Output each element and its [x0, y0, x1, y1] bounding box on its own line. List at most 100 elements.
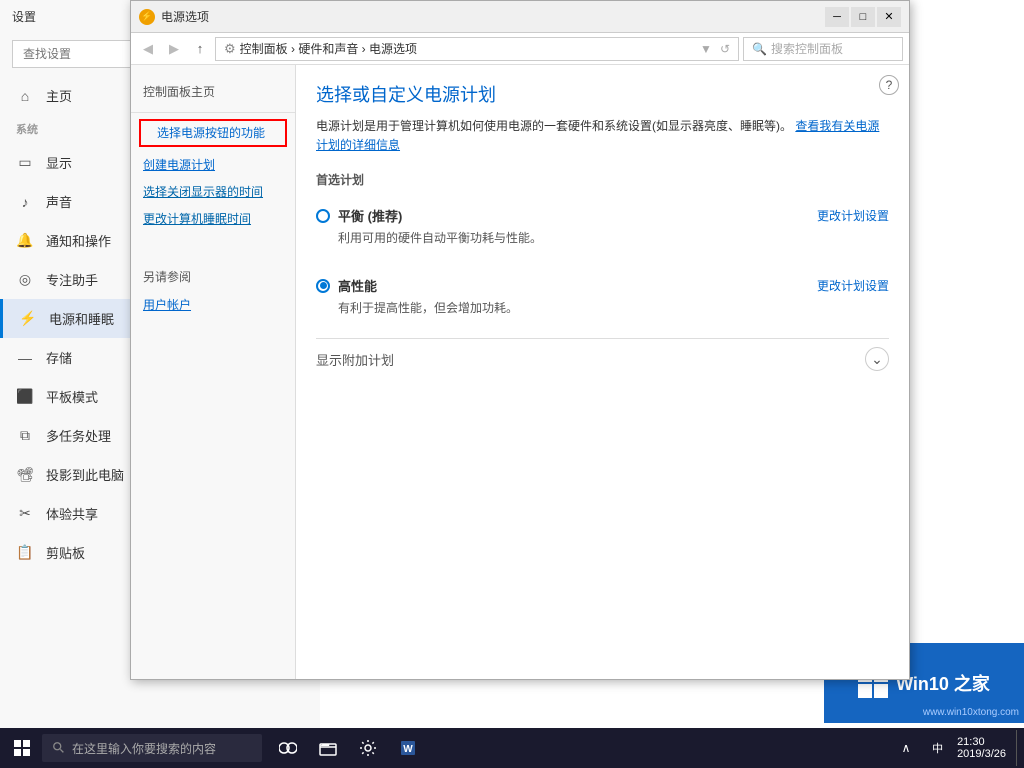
language-indicator[interactable]: 中: [928, 740, 947, 756]
office-button[interactable]: W: [390, 730, 426, 766]
search-placeholder: 搜索控制面板: [771, 40, 843, 57]
task-view-button[interactable]: [270, 730, 306, 766]
home-icon: ⌂: [16, 87, 34, 105]
nav-label: 电源和睡眠: [49, 309, 114, 328]
settings-title: 设置: [12, 8, 36, 25]
highlighted-link-container: 选择电源按钮的功能: [139, 119, 287, 147]
plan-balanced-header: 平衡 (推荐) 更改计划设置: [316, 206, 889, 225]
win10-text-area: Win10 之家: [896, 670, 990, 696]
nav-label: 声音: [46, 192, 72, 211]
taskbar-search-placeholder: 在这里输入你要搜索的内容: [72, 740, 216, 757]
dialog-titlebar: ⚡ 电源选项 ─ □ ✕: [131, 1, 909, 33]
close-button[interactable]: ✕: [877, 7, 901, 27]
logo-q3: [858, 684, 872, 698]
plan-high-performance-radio[interactable]: [316, 279, 330, 293]
refresh-button[interactable]: ↺: [720, 42, 730, 56]
plan-balanced-desc: 利用可用的硬件自动平衡功耗与性能。: [338, 229, 889, 246]
nav-label: 通知和操作: [46, 231, 111, 250]
dialog-content: ? 选择或自定义电源计划 电源计划是用于管理计算机如何使用电源的一套硬件和系统设…: [296, 65, 909, 679]
plan-balanced: 平衡 (推荐) 更改计划设置 利用可用的硬件自动平衡功耗与性能。: [316, 198, 889, 254]
plan-high-performance: 高性能 更改计划设置 有利于提高性能，但会增加功耗。: [316, 268, 889, 324]
plan-balanced-radio[interactable]: [316, 209, 330, 223]
address-bar: ◀ ▶ ↑ ⚙ 控制面板 › 硬件和声音 › 电源选项 ▼ ↺ 🔍 搜索控制面板: [131, 33, 909, 65]
task-view-icon: [279, 739, 297, 757]
content-description: 电源计划是用于管理计算机如何使用电源的一套硬件和系统设置(如显示器亮度、睡眠等)…: [316, 117, 889, 155]
additional-plans-label: 显示附加计划: [316, 350, 394, 369]
power-icon: ⚡: [19, 310, 37, 328]
clock-time: 21:30: [957, 736, 1006, 748]
display-time-link[interactable]: 选择关闭显示器的时间: [131, 178, 295, 205]
file-explorer-button[interactable]: [310, 730, 346, 766]
logo-q4: [874, 684, 888, 698]
share-icon: ✂: [16, 505, 34, 523]
nav-label: 显示: [46, 153, 72, 172]
power-title-icon: ⚡: [141, 11, 152, 22]
dialog-window-buttons: ─ □ ✕: [825, 7, 901, 27]
create-plan-link[interactable]: 创建电源计划: [131, 151, 295, 178]
show-desktop-button[interactable]: [1016, 730, 1020, 766]
multitask-icon: ⧉: [16, 427, 34, 445]
plan-balanced-change-link[interactable]: 更改计划设置: [817, 207, 889, 224]
dialog-title-icon: ⚡: [139, 9, 155, 25]
plan-high-performance-change-link[interactable]: 更改计划设置: [817, 277, 889, 294]
search-icon: 🔍: [752, 42, 767, 56]
clock-area[interactable]: 21:30 2019/3/26: [951, 736, 1012, 760]
plan-high-performance-desc: 有利于提高性能，但会增加功耗。: [338, 299, 889, 316]
plan-balanced-title: 平衡 (推荐): [316, 206, 402, 225]
restore-button[interactable]: □: [851, 7, 875, 27]
content-heading: 选择或自定义电源计划: [316, 81, 889, 107]
nav-label: 主页: [46, 86, 72, 105]
address-path-text: 控制面板 › 硬件和声音 › 电源选项: [240, 40, 417, 57]
dialog-sidebar: 控制面板主页 选择电源按钮的功能 创建电源计划 选择关闭显示器的时间 更改计算机…: [131, 65, 296, 679]
back-button[interactable]: ◀: [137, 38, 159, 60]
up-button[interactable]: ↑: [189, 38, 211, 60]
tablet-icon: ⬛: [16, 388, 34, 406]
office-icon: W: [399, 739, 417, 757]
settings-taskbar-button[interactable]: [350, 730, 386, 766]
taskbar-right-area: ∧ 中 21:30 2019/3/26: [888, 730, 1020, 766]
path-dropdown[interactable]: ▼: [700, 42, 712, 56]
nav-label: 多任务处理: [46, 426, 111, 445]
user-account-link[interactable]: 用户帐户: [131, 291, 295, 318]
clock-date: 2019/3/26: [957, 748, 1006, 760]
settings-taskbar-icon: [359, 739, 377, 757]
nav-label: 投影到此电脑: [46, 465, 124, 484]
start-button[interactable]: [4, 730, 40, 766]
dialog-title-text: 电源选项: [161, 8, 819, 25]
nav-label: 体验共享: [46, 504, 98, 523]
power-button-link[interactable]: 选择电源按钮的功能: [145, 121, 277, 145]
nav-label: 剪贴板: [46, 543, 85, 562]
taskbar-icons: W: [270, 730, 426, 766]
taskbar-search[interactable]: 在这里输入你要搜索的内容: [42, 734, 262, 762]
search-bar[interactable]: 🔍 搜索控制面板: [743, 37, 903, 61]
storage-icon: —: [16, 349, 34, 367]
system-tray-expand[interactable]: ∧: [888, 730, 924, 766]
path-icon: ⚙: [224, 41, 236, 57]
forward-button[interactable]: ▶: [163, 38, 185, 60]
nav-label: 专注助手: [46, 270, 98, 289]
nav-label: 存储: [46, 348, 72, 367]
notification-icon: 🔔: [16, 232, 34, 250]
power-options-dialog: ⚡ 电源选项 ─ □ ✕ ◀ ▶ ↑ ⚙ 控制面板 › 硬件和声音 › 电源选项…: [130, 0, 910, 680]
start-q1: [14, 740, 21, 747]
expand-additional-plans-button[interactable]: ⌄: [865, 347, 889, 371]
address-path[interactable]: ⚙ 控制面板 › 硬件和声音 › 电源选项 ▼ ↺: [215, 37, 739, 61]
nav-label: 平板模式: [46, 387, 98, 406]
control-panel-home-link[interactable]: 控制面板主页: [131, 77, 295, 106]
start-q4: [23, 749, 30, 756]
file-explorer-icon: [319, 739, 337, 757]
svg-text:W: W: [403, 744, 413, 755]
display-icon: ▭: [16, 154, 34, 172]
start-q2: [23, 740, 30, 747]
sleep-time-link[interactable]: 更改计算机睡眠时间: [131, 205, 295, 232]
help-button[interactable]: ?: [879, 75, 899, 95]
separator: [131, 112, 295, 113]
also-see-label: 另请参阅: [131, 262, 295, 291]
preferred-plans-label: 首选计划: [316, 171, 889, 188]
search-icon: [52, 741, 66, 755]
minimize-button[interactable]: ─: [825, 7, 849, 27]
win10-brand-text: Win10 之家: [896, 674, 990, 694]
start-q3: [14, 749, 21, 756]
clipboard-icon: 📋: [16, 544, 34, 562]
additional-plans-row: 显示附加计划 ⌄: [316, 338, 889, 379]
